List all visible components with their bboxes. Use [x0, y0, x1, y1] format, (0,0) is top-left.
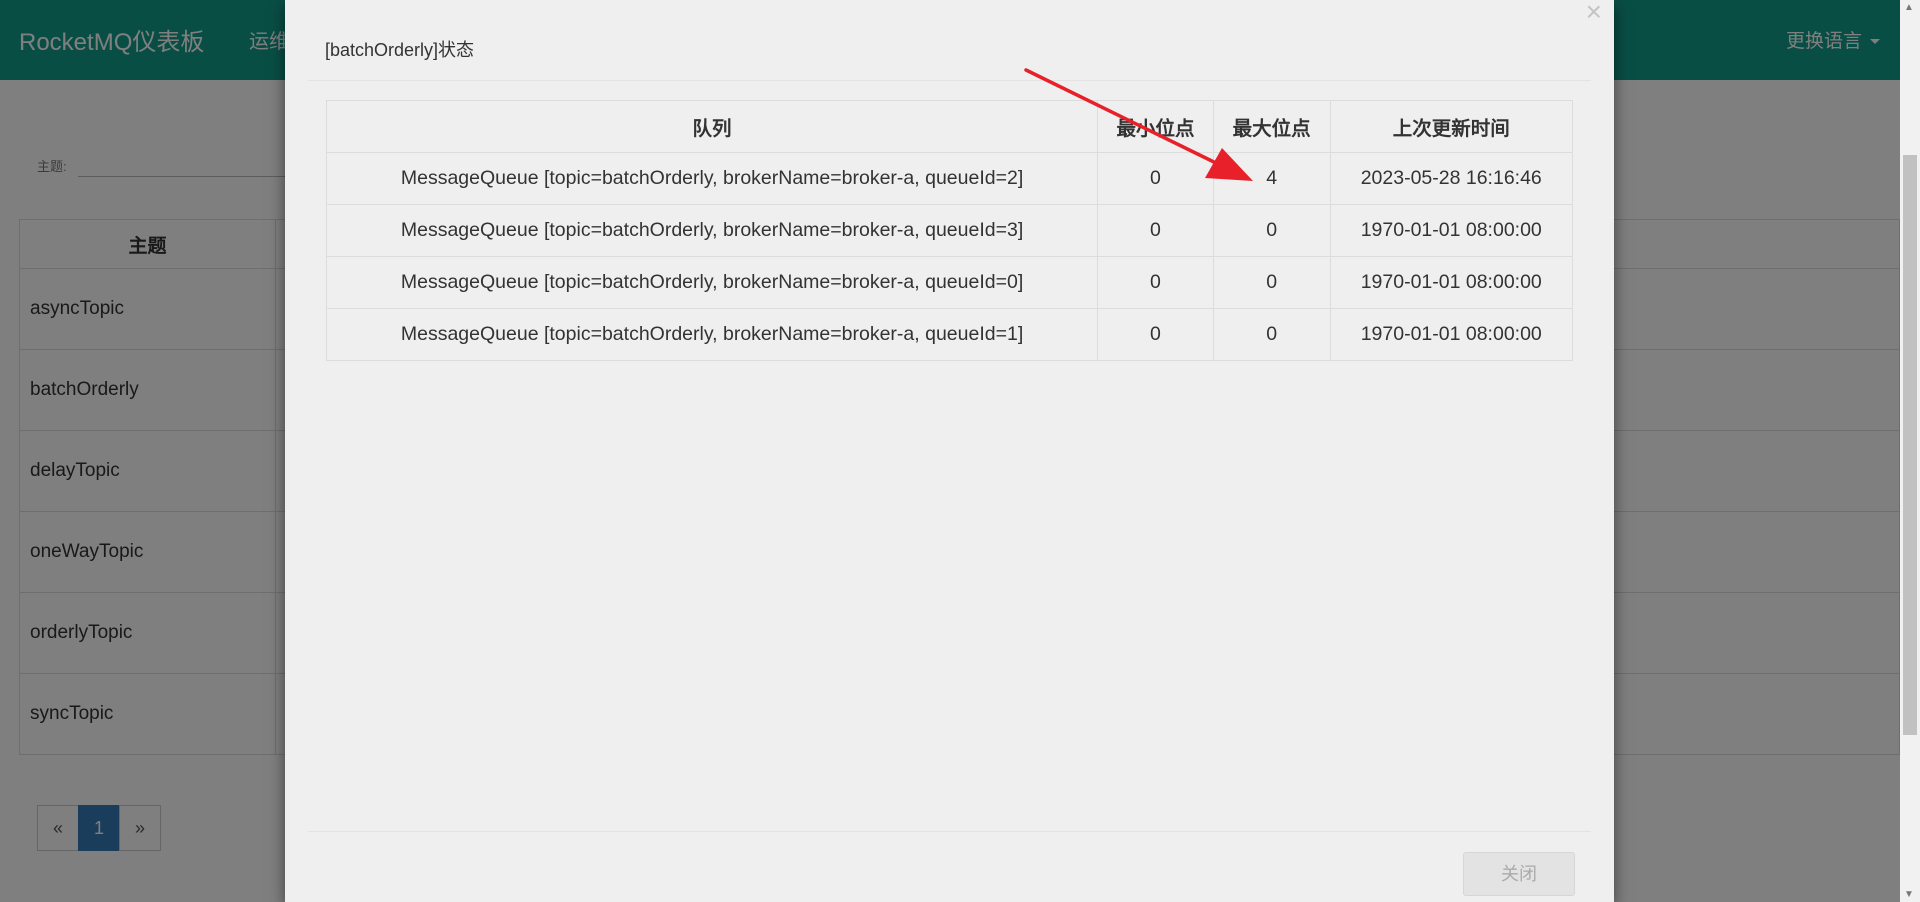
min-offset-cell: 0 — [1097, 152, 1214, 205]
divider — [308, 80, 1591, 81]
queue-cell: MessageQueue [topic=batchOrderly, broker… — [325, 256, 1099, 309]
table-row: MessageQueue [topic=batchOrderly, broker… — [325, 204, 1573, 257]
table-row: MessageQueue [topic=batchOrderly, broker… — [325, 152, 1573, 205]
min-offset-cell: 0 — [1097, 204, 1214, 257]
scroll-thumb[interactable] — [1903, 155, 1917, 735]
last-update-cell: 2023-05-28 16:16:46 — [1329, 152, 1573, 205]
last-update-cell: 1970-01-01 08:00:00 — [1329, 256, 1573, 309]
last-update-cell: 1970-01-01 08:00:00 — [1329, 308, 1573, 361]
close-button[interactable]: 关闭 — [1463, 852, 1575, 896]
max-offset-cell: 0 — [1212, 204, 1331, 257]
min-offset-cell: 0 — [1097, 308, 1214, 361]
max-offset-cell: 0 — [1212, 256, 1331, 309]
min-offset-cell: 0 — [1097, 256, 1214, 309]
col-header-queue: 队列 — [325, 100, 1099, 153]
col-header-min-offset: 最小位点 — [1097, 100, 1214, 153]
topic-status-modal: × [batchOrderly]状态 队列 最小位点 最大位点 上次更新时间 M… — [285, 0, 1614, 902]
last-update-cell: 1970-01-01 08:00:00 — [1329, 204, 1573, 257]
table-row: MessageQueue [topic=batchOrderly, broker… — [325, 308, 1573, 361]
queue-cell: MessageQueue [topic=batchOrderly, broker… — [325, 152, 1099, 205]
queue-cell: MessageQueue [topic=batchOrderly, broker… — [325, 204, 1099, 257]
queue-status-table: 队列 最小位点 最大位点 上次更新时间 MessageQueue [topic=… — [325, 100, 1573, 361]
page-scrollbar[interactable]: ▲ ▼ — [1900, 0, 1920, 902]
table-row: MessageQueue [topic=batchOrderly, broker… — [325, 256, 1573, 309]
scroll-up-icon[interactable]: ▲ — [1904, 2, 1914, 13]
col-header-max-offset: 最大位点 — [1212, 100, 1331, 153]
col-header-last-update: 上次更新时间 — [1329, 100, 1573, 153]
max-offset-cell: 4 — [1212, 152, 1331, 205]
close-icon[interactable]: × — [1586, 0, 1602, 26]
max-offset-cell: 0 — [1212, 308, 1331, 361]
modal-title: [batchOrderly]状态 — [325, 40, 475, 60]
scroll-down-icon[interactable]: ▼ — [1904, 889, 1914, 900]
divider — [308, 831, 1591, 832]
queue-cell: MessageQueue [topic=batchOrderly, broker… — [325, 308, 1099, 361]
